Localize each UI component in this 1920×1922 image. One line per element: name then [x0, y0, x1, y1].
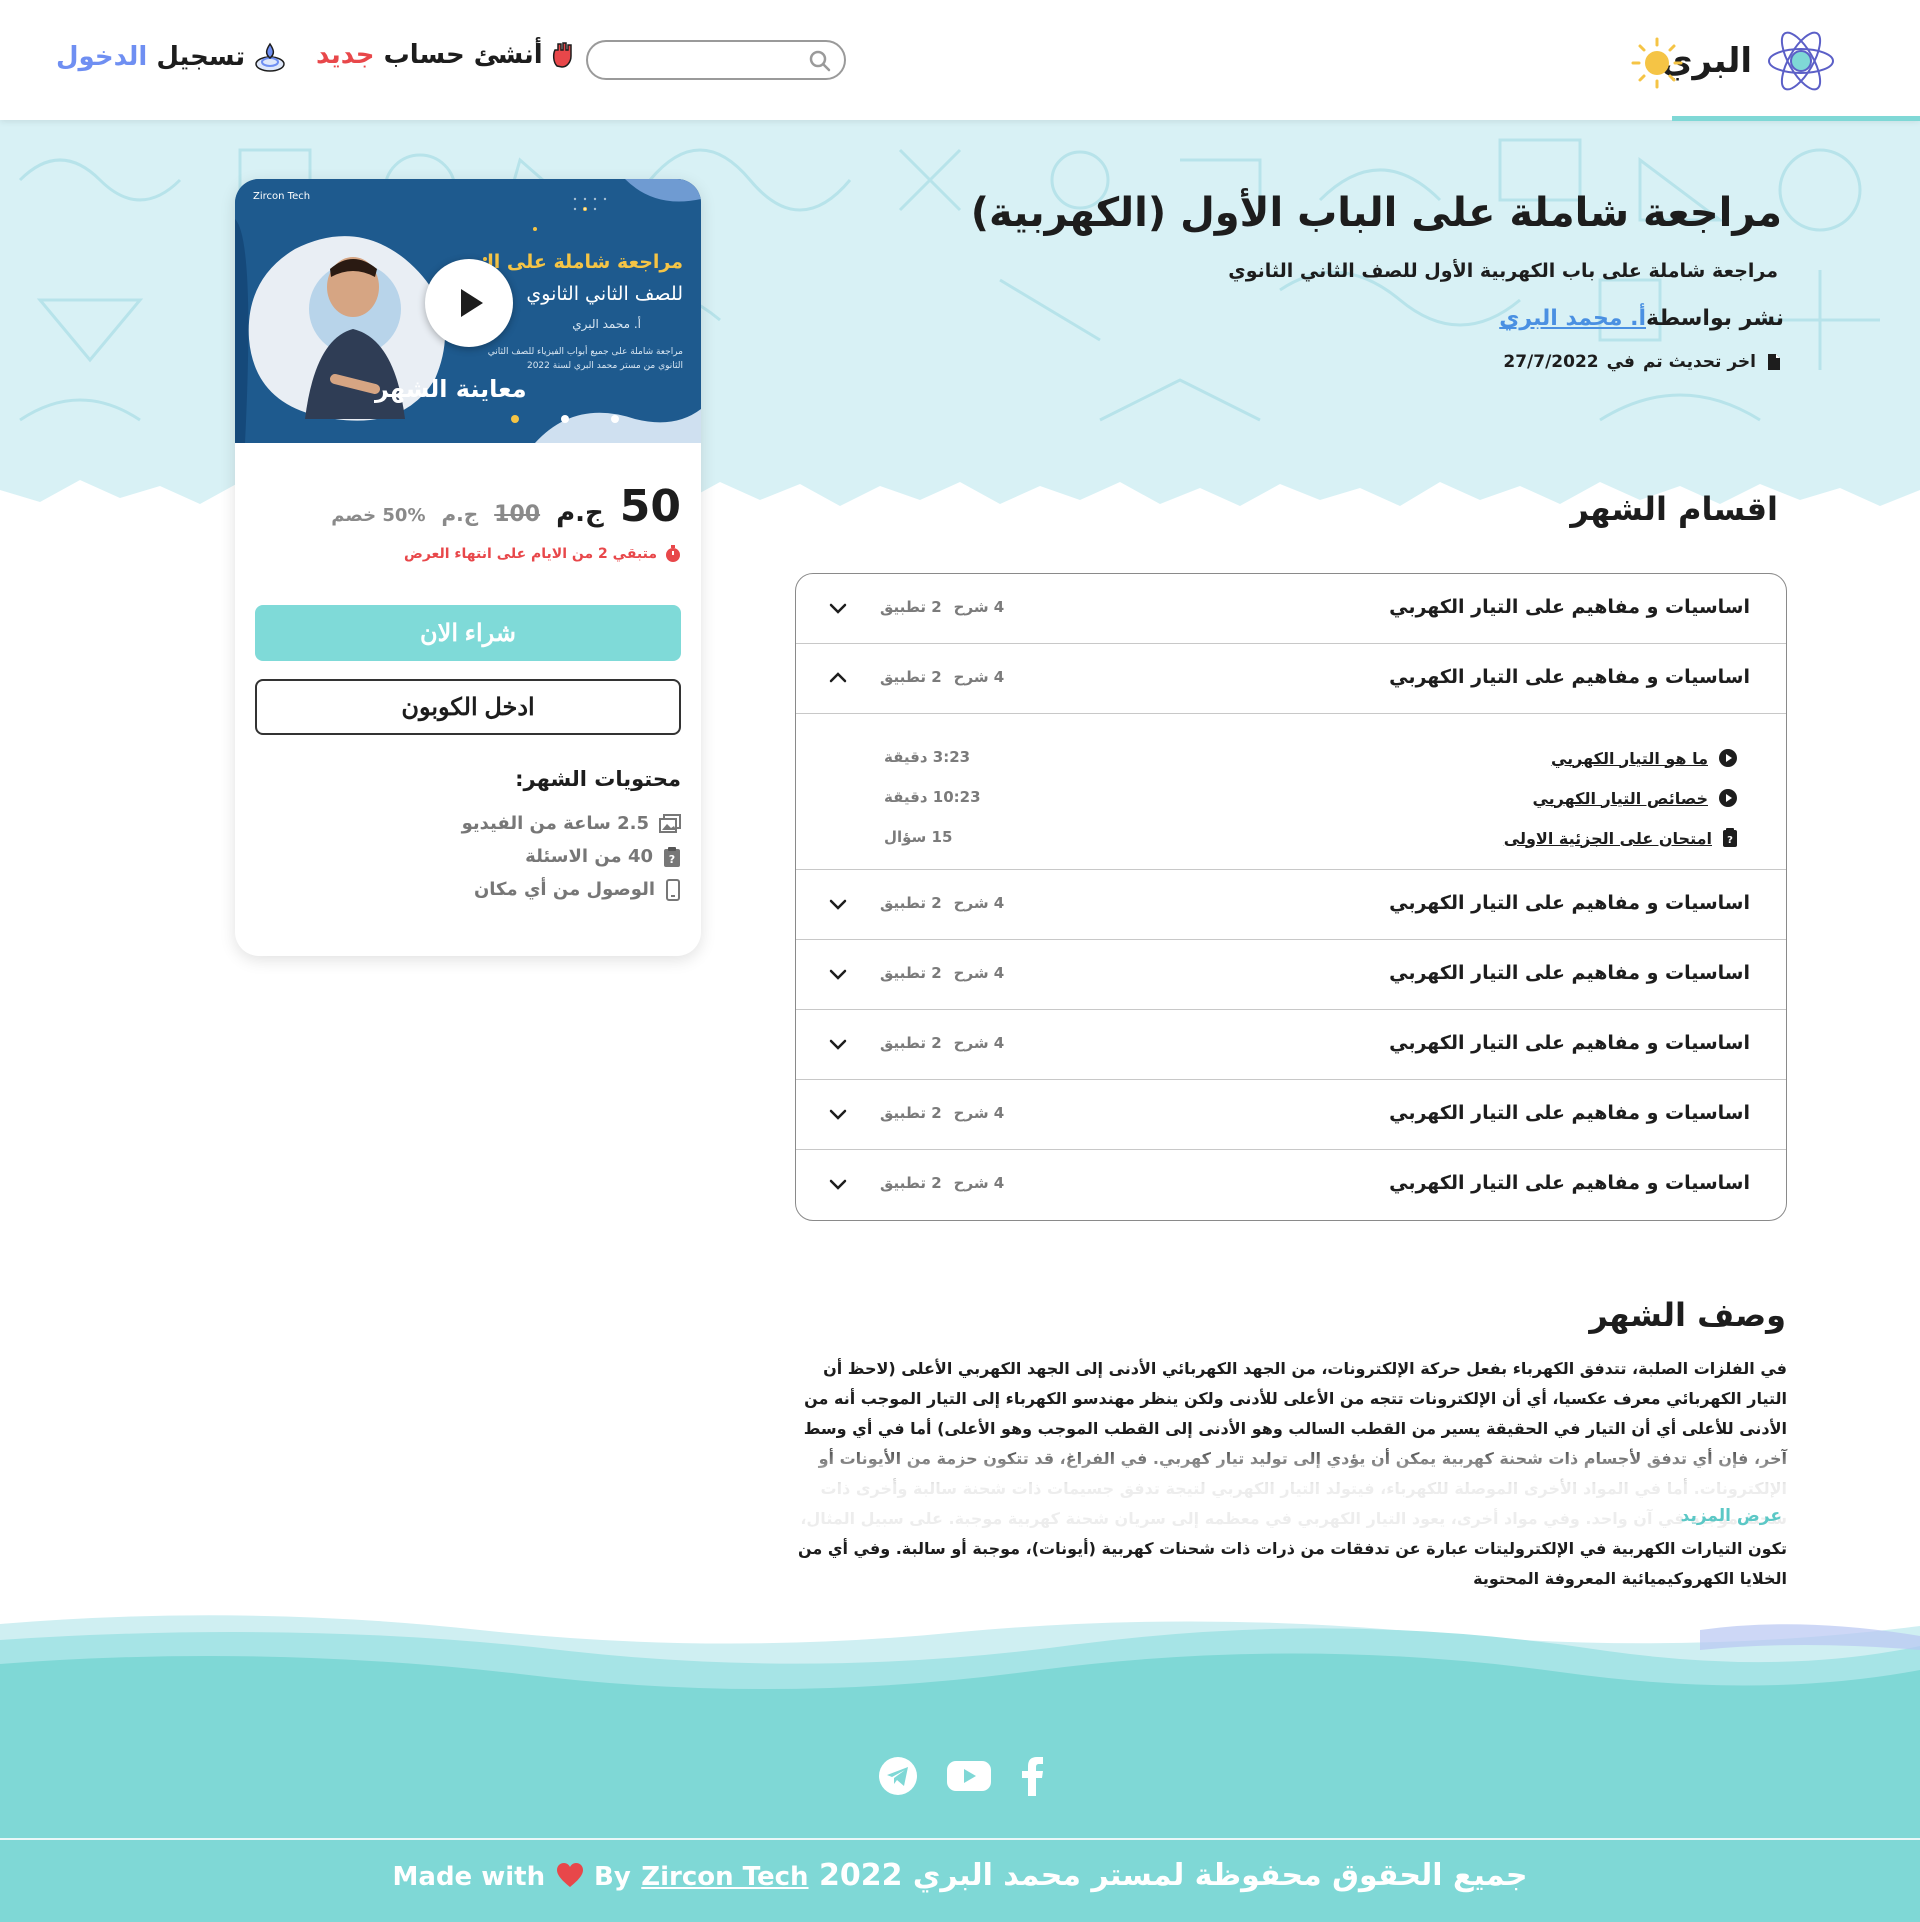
section-meta: 4 شرح 2 تطبيق [880, 1174, 1005, 1192]
play-icon [461, 289, 483, 317]
section-row-open[interactable]: اساسيات و مفاهيم على التيار الكهربي 4 شر… [796, 644, 1786, 714]
social-links [878, 1756, 1046, 1796]
mobile-device-icon [666, 878, 680, 901]
file-edit-icon [1768, 354, 1780, 370]
facebook-icon[interactable] [1020, 1756, 1046, 1796]
sun-icon[interactable] [1630, 36, 1684, 90]
list-item: الوصول من أي مكان [462, 873, 681, 906]
clipboard-question-icon: ? [664, 846, 680, 867]
section-meta: 4 شرح 2 تطبيق [880, 668, 1005, 686]
section-meta: 4 شرح 2 تطبيق [880, 1104, 1005, 1122]
play-circle-icon [1719, 749, 1737, 767]
telegram-icon[interactable] [878, 1756, 918, 1796]
old-price: 100 [494, 502, 541, 527]
offer-countdown: متبقي 2 من الايام على انتهاء العرض [404, 545, 681, 563]
search-box[interactable] [586, 40, 846, 80]
current-currency: ج.م [556, 498, 604, 528]
lesson-item[interactable]: خصائص التيار الكهربي [1532, 784, 1738, 812]
section-title: اساسيات و مفاهيم على التيار الكهربي [1389, 666, 1750, 688]
site-header: البري أنشئ حساب جديد تسجيل الدخول [0, 0, 1920, 121]
section-row[interactable]: اساسيات و مفاهيم على التيار الكهربي 4 شر… [796, 870, 1786, 940]
section-title: اساسيات و مفاهيم على التيار الكهربي [1389, 892, 1750, 914]
thumbnail-teacher: أ. محمد البري [572, 317, 641, 331]
contents-list: 2.5 ساعة من الفيديو ? 40 من الاسئلة الوص… [462, 807, 681, 906]
page-subtitle: مراجعة شاملة على باب الكهربية الأول للصف… [1228, 260, 1778, 282]
course-preview-thumbnail[interactable]: Zircon Tech مراجعة شاملة على المن للصف ا… [235, 179, 701, 443]
section-meta: 4 شرح 2 تطبيق [880, 964, 1005, 982]
section-row[interactable]: اساسيات و مفاهيم على التيار الكهربي 4 شر… [796, 1080, 1786, 1150]
section-row[interactable]: اساسيات و مفاهيم على التيار الكهربي 4 شر… [796, 1150, 1786, 1220]
preview-label: معاينة الشهر [375, 375, 527, 403]
fingerprint-icon [255, 42, 285, 72]
video-gallery-icon [659, 813, 681, 833]
login-link[interactable]: تسجيل الدخول [56, 40, 287, 74]
description-fade-overlay [791, 1440, 1787, 1530]
enter-coupon-button[interactable]: ادخل الكوبون [255, 679, 681, 735]
section-title: اساسيات و مفاهيم على التيار الكهربي [1389, 1172, 1750, 1194]
heart-icon [556, 1863, 583, 1887]
section-title: اساسيات و مفاهيم على التيار الكهربي [1389, 1032, 1750, 1054]
chevron-up-icon[interactable] [828, 668, 848, 688]
show-more-link[interactable]: عرض المزيد [1681, 1506, 1782, 1526]
current-price: 50 [619, 481, 681, 532]
youtube-icon[interactable] [946, 1759, 992, 1793]
thumbnail-description: مراجعة شاملة على جميع أبواب الفيزياء للص… [487, 347, 683, 371]
chevron-down-icon[interactable] [828, 1034, 848, 1054]
section-meta: 4 شرح 2 تطبيق [880, 1034, 1005, 1052]
lesson-duration: 15 سؤال [884, 828, 953, 846]
login-label: تسجيل الدخول [56, 42, 246, 72]
chevron-down-icon[interactable] [828, 1174, 848, 1194]
section-meta: 4 شرح 2 تطبيق [880, 598, 1005, 616]
svg-text:?: ? [669, 853, 675, 866]
copyright-line: Made with By Zircon Tech جميع الحقوق محف… [392, 1858, 1528, 1893]
search-input[interactable] [600, 42, 800, 78]
list-item: ? 40 من الاسئلة [462, 840, 681, 873]
hand-icon [552, 42, 572, 68]
lesson-item[interactable]: ما هو التيار الكهربي [1551, 744, 1738, 772]
chevron-down-icon[interactable] [828, 964, 848, 984]
lesson-duration: 10:23 دقيقة [884, 788, 981, 806]
author-link[interactable]: أ. محمد البري [1499, 306, 1646, 331]
list-item: 2.5 ساعة من الفيديو [462, 807, 681, 840]
logo-underline [1672, 116, 1920, 121]
sections-accordion: اساسيات و مفاهيم على التيار الكهربي 4 شر… [795, 573, 1787, 1221]
chevron-down-icon[interactable] [828, 894, 848, 914]
search-icon[interactable] [808, 49, 832, 73]
last-updated: اخر تحديث تم في 27/7/2022 [1503, 352, 1784, 372]
contents-title: محتويات الشهر: [515, 767, 681, 791]
section-title: اساسيات و مفاهيم على التيار الكهربي [1389, 596, 1750, 618]
description-title: وصف الشهر [1589, 1296, 1786, 1334]
thumbnail-grade: للصف الثاني الثانوي [526, 283, 683, 305]
section-row[interactable]: اساسيات و مفاهيم على التيار الكهربي 4 شر… [796, 1010, 1786, 1080]
timer-icon [666, 545, 680, 562]
atom-logo-icon [1768, 31, 1834, 91]
site-logo[interactable]: البري [1661, 26, 1836, 96]
published-by: نشر بواسطةأ. محمد البري [1499, 306, 1784, 331]
section-meta: 4 شرح 2 تطبيق [880, 894, 1005, 912]
play-video-button[interactable] [425, 259, 513, 347]
chevron-down-icon[interactable] [828, 598, 848, 618]
zircon-tech-link[interactable]: Zircon Tech [641, 1862, 808, 1892]
thumbnail-brand: Zircon Tech [253, 191, 311, 202]
signup-link[interactable]: أنشئ حساب جديد [316, 40, 579, 70]
price-row: 50 ج.م 100 ج.م 50% خصم [331, 481, 681, 532]
section-title: اساسيات و مفاهيم على التيار الكهربي [1389, 962, 1750, 984]
course-card: Zircon Tech مراجعة شاملة على المن للصف ا… [235, 179, 701, 956]
buy-now-button[interactable]: شراء الان [255, 605, 681, 661]
signup-label: أنشئ حساب جديد [316, 40, 543, 70]
section-row[interactable]: اساسيات و مفاهيم على التيار الكهربي 4 شر… [796, 940, 1786, 1010]
lesson-duration: 3:23 دقيقة [884, 748, 971, 766]
old-currency: ج.م [441, 502, 479, 526]
sections-title: اقسام الشهر [1570, 490, 1778, 528]
lesson-item[interactable]: ? امتحان على الجزئية الاولى [1504, 824, 1738, 852]
section-lessons: ما هو التيار الكهربي 3:23 دقيقة خصائص ال… [796, 714, 1786, 870]
section-title: اساسيات و مفاهيم على التيار الكهربي [1389, 1102, 1750, 1124]
discount-badge: 50% خصم [331, 505, 426, 526]
page-title: مراجعة شاملة على الباب الأول (الكهربية) [970, 190, 1782, 236]
clipboard-question-icon: ? [1723, 828, 1737, 847]
play-circle-icon [1719, 789, 1737, 807]
svg-text:?: ? [1727, 835, 1733, 846]
chevron-down-icon[interactable] [828, 1104, 848, 1124]
section-row[interactable]: اساسيات و مفاهيم على التيار الكهربي 4 شر… [796, 574, 1786, 644]
